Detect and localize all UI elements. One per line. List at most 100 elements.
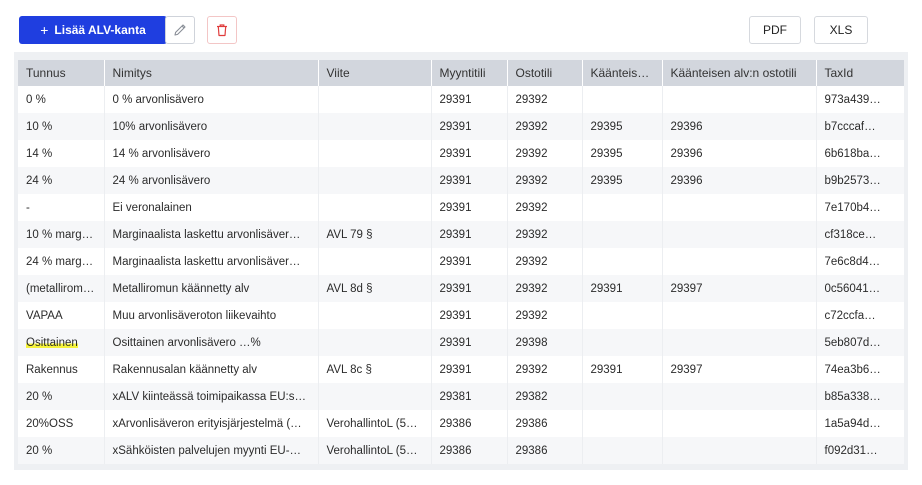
cell-taxid: 1a5a94d…: [815, 410, 904, 437]
column-header-kaanteinen-myyntitili[interactable]: Kääntеis…: [581, 60, 662, 86]
cell-viite: VerohallintoL (5…: [317, 437, 431, 464]
cell-tunnus: 10 %: [18, 113, 104, 140]
cell-viite: AVL 8d §: [317, 275, 431, 302]
cell-ostotili: 29392: [506, 302, 582, 329]
toolbar: + Lisää ALV-kanta PDF XLS: [14, 10, 908, 50]
cell-myyntitili: 29381: [430, 383, 507, 410]
cell-viite: VerohallintoL (5…: [317, 410, 431, 437]
cell-ostotili: 29392: [506, 275, 582, 302]
table-header-row: Tunnus Nimitys Viite Myyntitili Ostotili Kään…: [18, 60, 904, 86]
cell-taxid: b9b2573…: [815, 167, 904, 194]
cell-ostotili: 29392: [506, 194, 582, 221]
cell-kaanteinen-myyntitili: [581, 302, 662, 329]
cell-kaanteinen-ostotili: [661, 194, 816, 221]
cell-myyntitili: 29391: [430, 194, 507, 221]
cell-tunnus: 0 %: [18, 86, 104, 113]
add-vat-rate-button[interactable]: + Lisää ALV-kanta: [19, 16, 167, 44]
cell-myyntitili: 29391: [430, 113, 507, 140]
table-row[interactable]: - Ei veronalainen 29391 29392 7e170b4…: [18, 194, 904, 221]
table-row[interactable]: 20 % xSähköisten palvelujen myynti EU-… Ve…: [18, 437, 904, 464]
cell-tunnus: -: [18, 194, 104, 221]
vat-rates-table: Tunnus Nimitys Viite Myyntitili Ostotili Kään…: [18, 60, 904, 464]
cell-ostotili: 29398: [506, 329, 582, 356]
cell-taxid: 0c56041…: [815, 275, 904, 302]
column-header-nimitys[interactable]: Nimitys: [103, 60, 318, 86]
column-header-tunnus[interactable]: Tunnus: [18, 60, 104, 86]
cell-myyntitili: 29391: [430, 167, 507, 194]
cell-tunnus: 24 % margi…: [18, 248, 104, 275]
xls-export-button[interactable]: XLS: [814, 16, 868, 44]
cell-tunnus: 14 %: [18, 140, 104, 167]
cell-nimitys: 10% arvonlisävero: [103, 113, 318, 140]
cell-taxid: b85a338…: [815, 383, 904, 410]
cell-tunnus: 20%OSS: [18, 410, 104, 437]
cell-kaanteinen-ostotili: [661, 383, 816, 410]
cell-nimitys: xArvonlisäveron erityisjärjestelmä (…: [103, 410, 318, 437]
table-row[interactable]: 20 % xALV kiinteässä toimipaikassa EU:s… 2…: [18, 383, 904, 410]
cell-ostotili: 29382: [506, 383, 582, 410]
vat-rates-grid: Tunnus Nimitys Viite Myyntitili Ostotili Kään…: [14, 52, 908, 470]
cell-tunnus: 20 %: [18, 383, 104, 410]
cell-kaanteinen-ostotili: [661, 437, 816, 464]
table-row[interactable]: 24 % 24 % arvonlisävero 29391 29392 29395 293…: [18, 167, 904, 194]
cell-kaanteinen-ostotili: [661, 329, 816, 356]
cell-tunnus: (metalliromu…: [18, 275, 104, 302]
pencil-icon: [174, 24, 186, 36]
pdf-export-button[interactable]: PDF: [749, 16, 801, 44]
table-row[interactable]: (metalliromu… Metalliromun käännetty alv A…: [18, 275, 904, 302]
table-row[interactable]: 24 % margi… Marginaalista laskettu arvonl…: [18, 248, 904, 275]
cell-nimitys: Metalliromun käännetty alv: [103, 275, 318, 302]
column-header-taxid[interactable]: TaxId: [815, 60, 904, 86]
delete-button[interactable]: [207, 16, 237, 44]
cell-viite: [317, 383, 431, 410]
column-header-viite[interactable]: Viite: [317, 60, 431, 86]
cell-taxid: c72ccfa…: [815, 302, 904, 329]
cell-kaanteinen-ostotili: 29397: [661, 275, 816, 302]
table-row[interactable]: 10 % margi… Marginaalista laskettu arvonl…: [18, 221, 904, 248]
cell-ostotili: 29392: [506, 86, 582, 113]
column-header-kaanteinen-ostotili[interactable]: Käänteisen alv:n ostotili: [661, 60, 816, 86]
cell-kaanteinen-myyntitili: [581, 194, 662, 221]
cell-tunnus: VAPAA: [18, 302, 104, 329]
cell-myyntitili: 29391: [430, 302, 507, 329]
cell-myyntitili: 29391: [430, 86, 507, 113]
cell-tunnus: Osittainen: [18, 329, 104, 356]
column-header-myyntitili[interactable]: Myyntitili: [430, 60, 507, 86]
cell-taxid: 973a439…: [815, 86, 904, 113]
cell-nimitys: Marginaalista laskettu arvonlisäver…: [103, 248, 318, 275]
cell-viite: [317, 113, 431, 140]
edit-button[interactable]: [165, 16, 195, 44]
cell-taxid: 6b618ba…: [815, 140, 904, 167]
table-row[interactable]: 14 % 14 % arvonlisävero 29391 29392 29395 293…: [18, 140, 904, 167]
cell-kaanteinen-ostotili: 29396: [661, 140, 816, 167]
cell-ostotili: 29392: [506, 221, 582, 248]
cell-kaanteinen-myyntitili: 29391: [581, 356, 662, 383]
cell-ostotili: 29392: [506, 140, 582, 167]
cell-kaanteinen-myyntitili: 29395: [581, 140, 662, 167]
cell-nimitys: xSähköisten palvelujen myynti EU-…: [103, 437, 318, 464]
highlighted-code: Osittainen: [26, 336, 78, 349]
cell-kaanteinen-myyntitili: [581, 437, 662, 464]
cell-myyntitili: 29391: [430, 329, 507, 356]
column-header-ostotili[interactable]: Ostotili: [506, 60, 582, 86]
cell-taxid: 7e170b4…: [815, 194, 904, 221]
cell-ostotili: 29392: [506, 113, 582, 140]
cell-kaanteinen-ostotili: [661, 86, 816, 113]
cell-viite: [317, 140, 431, 167]
table-row[interactable]: VAPAA Muu arvonlisäveroton liikevaihto 293…: [18, 302, 904, 329]
cell-ostotili: 29392: [506, 167, 582, 194]
cell-nimitys: Ei veronalainen: [103, 194, 318, 221]
cell-kaanteinen-myyntitili: [581, 221, 662, 248]
cell-myyntitili: 29386: [430, 437, 507, 464]
trash-icon: [217, 24, 227, 37]
table-row[interactable]: 0 % 0 % arvonlisävero 29391 29392 973a439…: [18, 86, 904, 113]
table-row[interactable]: 20%OSS xArvonlisäveron erityisjärjestelmä…: [18, 410, 904, 437]
table-row[interactable]: 10 % 10% arvonlisävero 29391 29392 29395 2939…: [18, 113, 904, 140]
cell-tunnus: 24 %: [18, 167, 104, 194]
cell-viite: AVL 79 §: [317, 221, 431, 248]
cell-myyntitili: 29386: [430, 410, 507, 437]
table-row[interactable]: Osittainen Osittainen arvonlisävero …% 293…: [18, 329, 904, 356]
plus-icon: +: [40, 22, 49, 38]
cell-taxid: 5eb807d…: [815, 329, 904, 356]
table-row[interactable]: Rakennus Rakennusalan käännetty alv AVL 8c…: [18, 356, 904, 383]
